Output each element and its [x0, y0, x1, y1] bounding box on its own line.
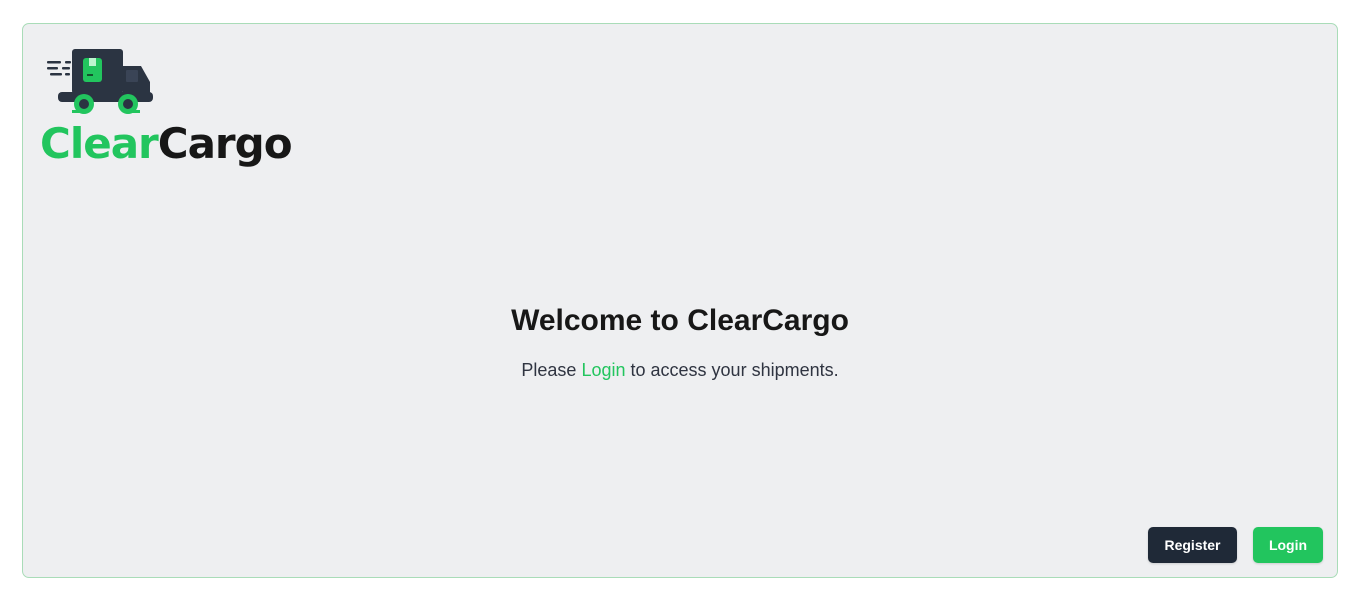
prompt-suffix: to access your shipments. [630, 360, 839, 380]
login-link[interactable]: Login [581, 360, 625, 380]
brand-wordmark: ClearCargo [40, 118, 293, 170]
prompt-prefix: Please [521, 360, 577, 380]
page-title: Welcome to ClearCargo [511, 304, 849, 337]
register-button[interactable]: Register [1148, 527, 1237, 563]
login-button[interactable]: Login [1253, 527, 1323, 563]
brand-name-part2: Cargo [157, 119, 293, 168]
brand-name-part1: Clear [40, 119, 159, 168]
login-prompt: Please Login to access your shipments. [23, 358, 1337, 382]
welcome-section: Welcome to ClearCargo Please Login to ac… [23, 302, 1337, 382]
brand-logo[interactable]: ClearCargo [40, 46, 300, 176]
welcome-card: ClearCargo Welcome to ClearCargo Please … [22, 23, 1338, 578]
delivery-truck-icon [47, 49, 153, 114]
